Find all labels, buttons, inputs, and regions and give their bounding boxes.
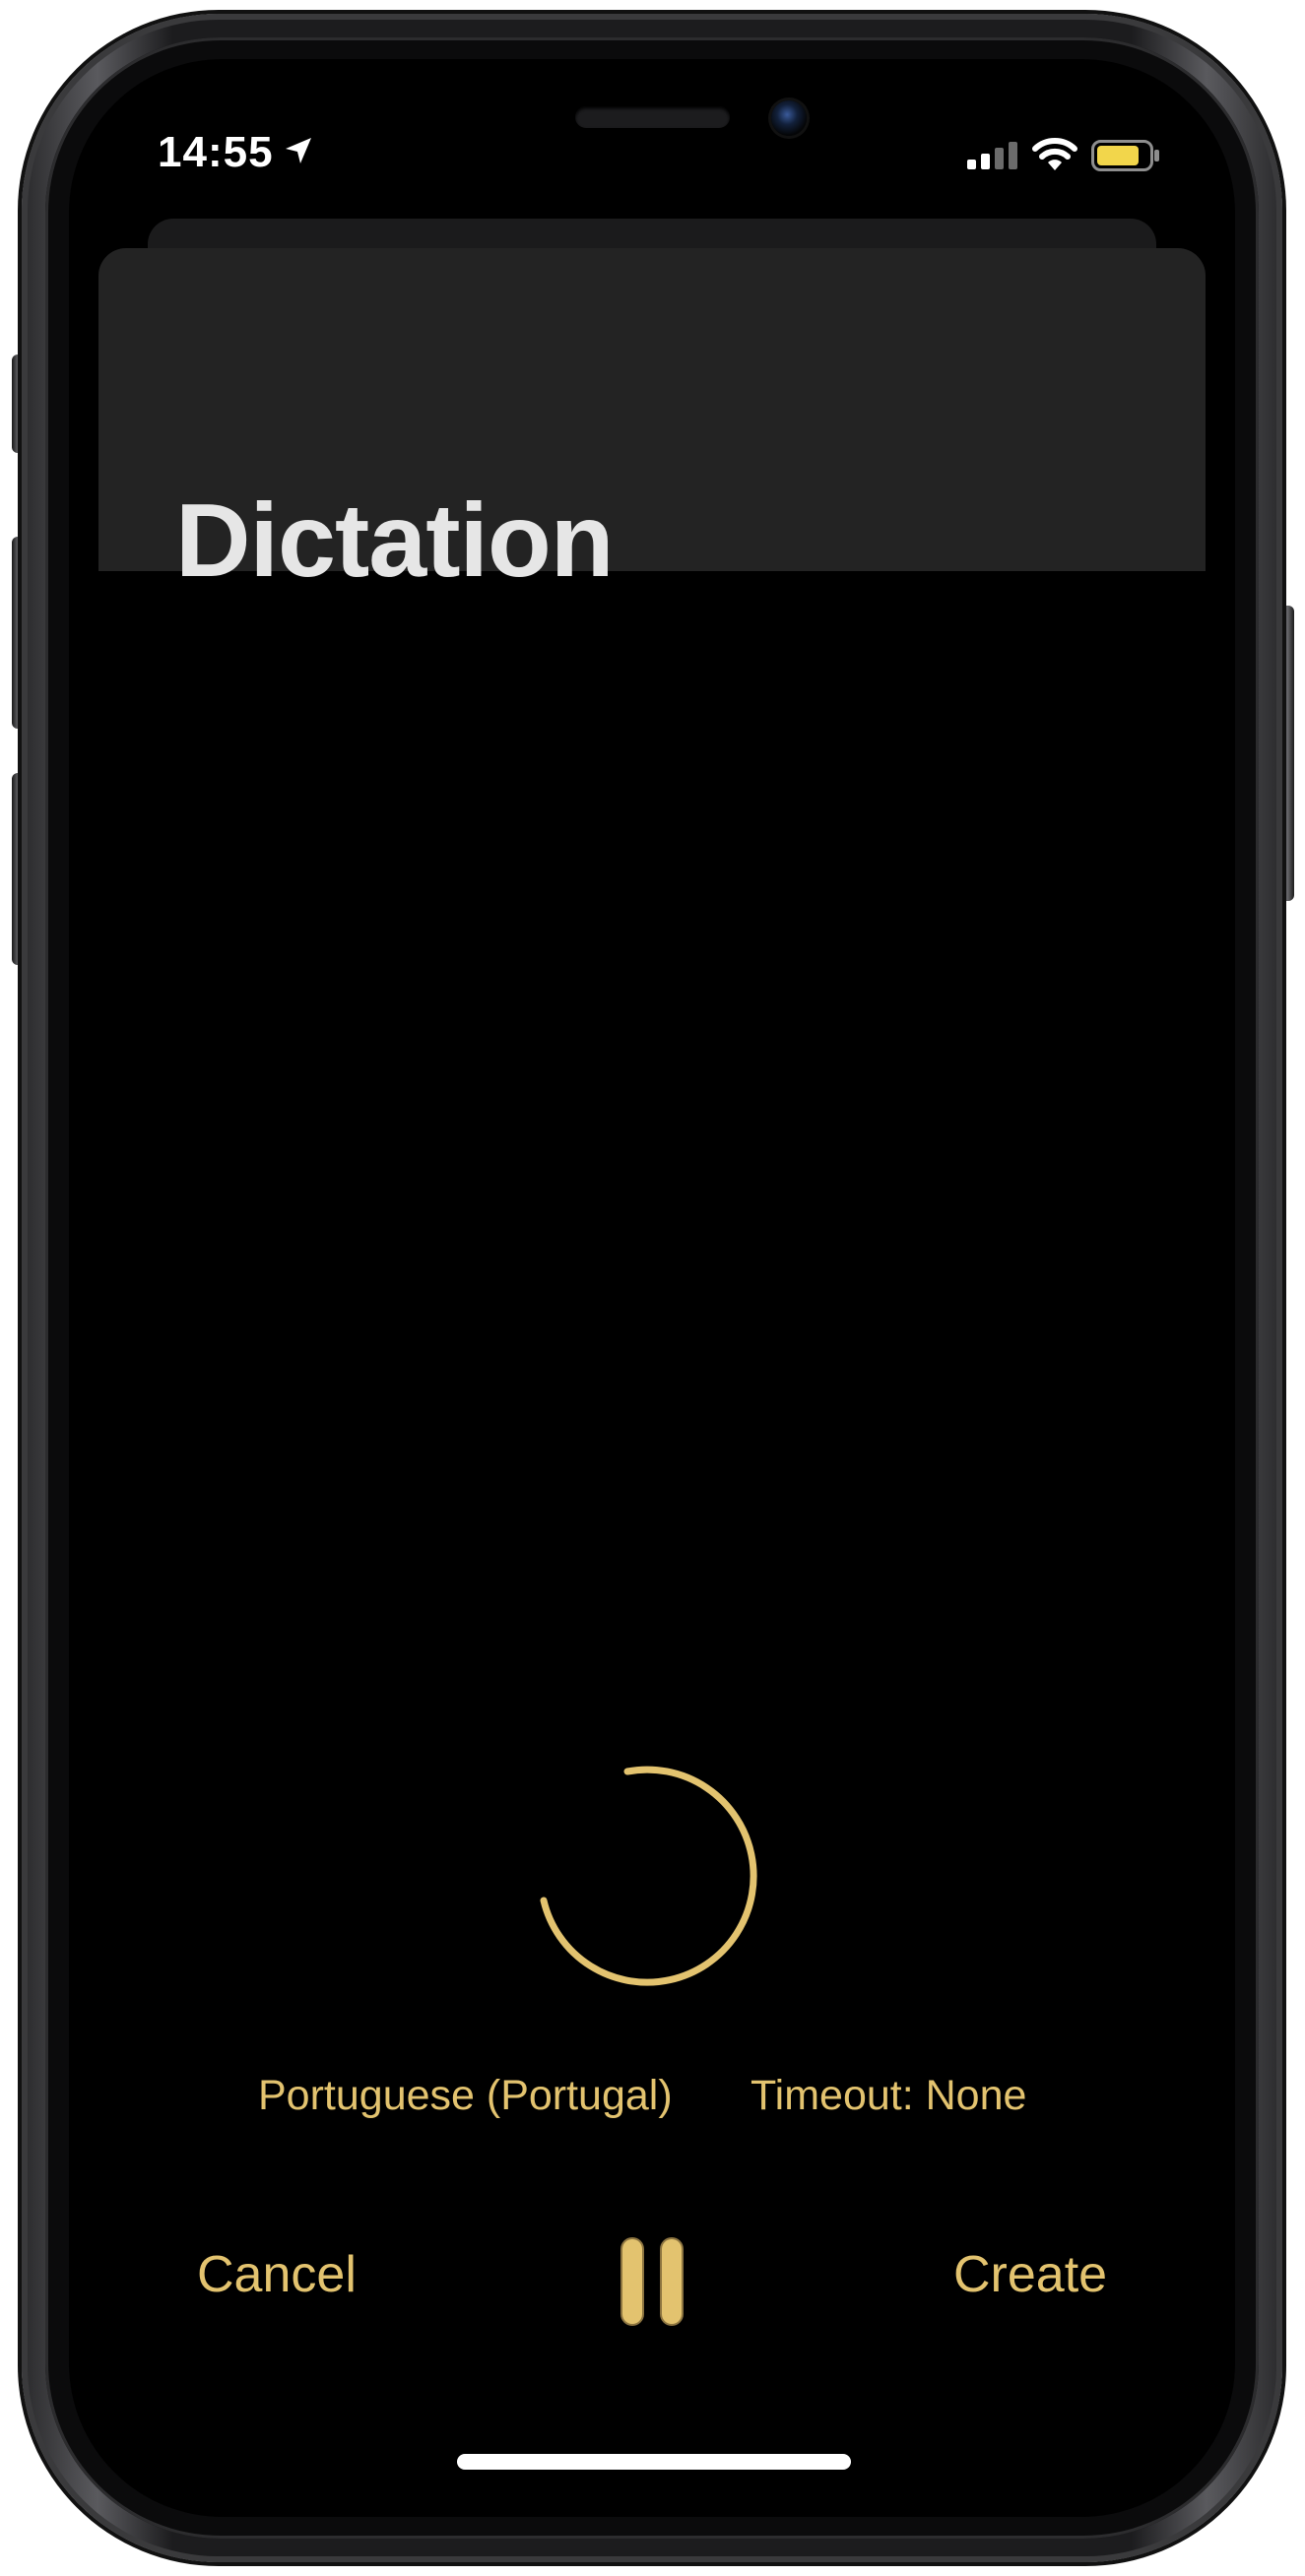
cancel-button[interactable]: Cancel: [197, 2245, 357, 2304]
language-label[interactable]: Portuguese (Portugal): [258, 2072, 673, 2120]
status-time: 14:55: [158, 128, 274, 176]
pause-icon-bar: [662, 2239, 682, 2324]
timeout-label[interactable]: Timeout: None: [750, 2072, 1026, 2120]
battery-icon: [1091, 140, 1159, 171]
create-button[interactable]: Create: [953, 2245, 1107, 2304]
pause-button[interactable]: [611, 2233, 693, 2332]
side-power-button: [1280, 606, 1294, 901]
screen: 14:55 Dictation Portuguese (Portugal) Ti…: [69, 59, 1235, 2517]
listening-spinner: [540, 1766, 757, 1986]
device-mockup: 14:55 Dictation Portuguese (Portugal) Ti…: [0, 0, 1305, 2576]
front-camera: [771, 100, 807, 136]
header-sheet: Dictation: [98, 248, 1206, 593]
cellular-signal-icon: [967, 142, 1017, 169]
page-title: Dictation: [175, 483, 614, 599]
pause-icon: [622, 2239, 642, 2324]
home-indicator[interactable]: [457, 2454, 851, 2470]
location-arrow-icon: [286, 138, 311, 163]
wifi-icon: [1032, 138, 1077, 170]
earpiece-speaker: [575, 106, 730, 128]
